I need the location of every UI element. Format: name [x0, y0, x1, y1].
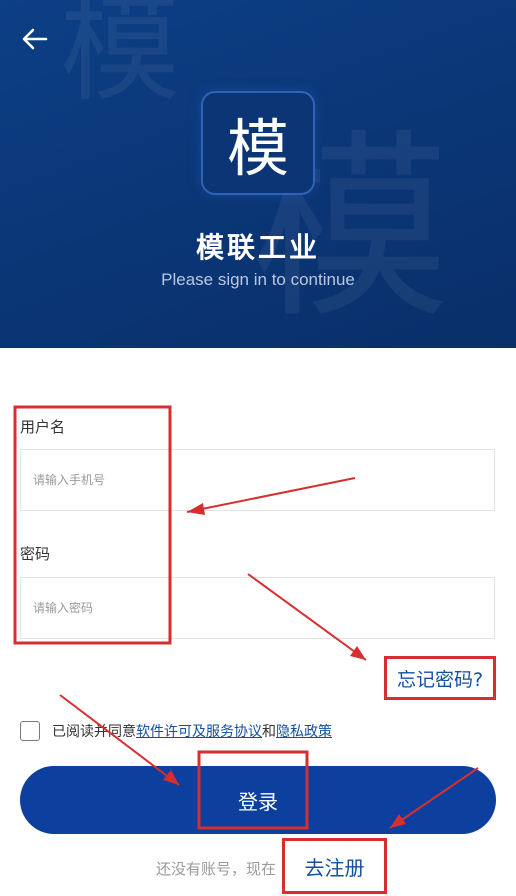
license-agreement-link[interactable]: 软件许可及服务协议: [136, 721, 262, 741]
arrow-left-icon: [22, 28, 48, 50]
register-link[interactable]: 去注册: [282, 838, 387, 894]
app-name: 模联工业: [195, 231, 320, 264]
back-button[interactable]: [20, 24, 50, 54]
annotation-arrowhead-forgot: [350, 646, 366, 660]
username-field: [20, 449, 495, 511]
forgot-password-link[interactable]: 忘记密码?: [384, 656, 496, 700]
register-prompt: 还没有账号，现在: [156, 860, 277, 878]
privacy-policy-link[interactable]: 隐私政策: [276, 721, 332, 741]
password-label: 密码: [20, 545, 51, 563]
username-input[interactable]: [21, 450, 494, 510]
username-label: 用户名: [20, 418, 66, 436]
logo-glyph: 模: [226, 112, 289, 185]
subtitle: Please sign in to continue: [161, 270, 355, 289]
agreement-row: 已阅读并同意 软件许可及服务协议 和 隐私政策: [20, 718, 332, 744]
header-banner: 模 模 模 模联工业 Please sign in to continue: [0, 0, 516, 348]
login-button-label: 登录: [238, 789, 278, 814]
password-input[interactable]: [21, 578, 494, 638]
agreement-prefix: 已阅读并同意: [52, 724, 136, 740]
agreement-conjunction: 和: [262, 724, 276, 740]
password-field: [20, 577, 495, 639]
login-button[interactable]: 登录: [20, 766, 496, 834]
agreement-checkbox[interactable]: [20, 721, 40, 741]
app-logo: 模: [201, 91, 315, 195]
watermark-glyph: 模: [60, 0, 180, 118]
